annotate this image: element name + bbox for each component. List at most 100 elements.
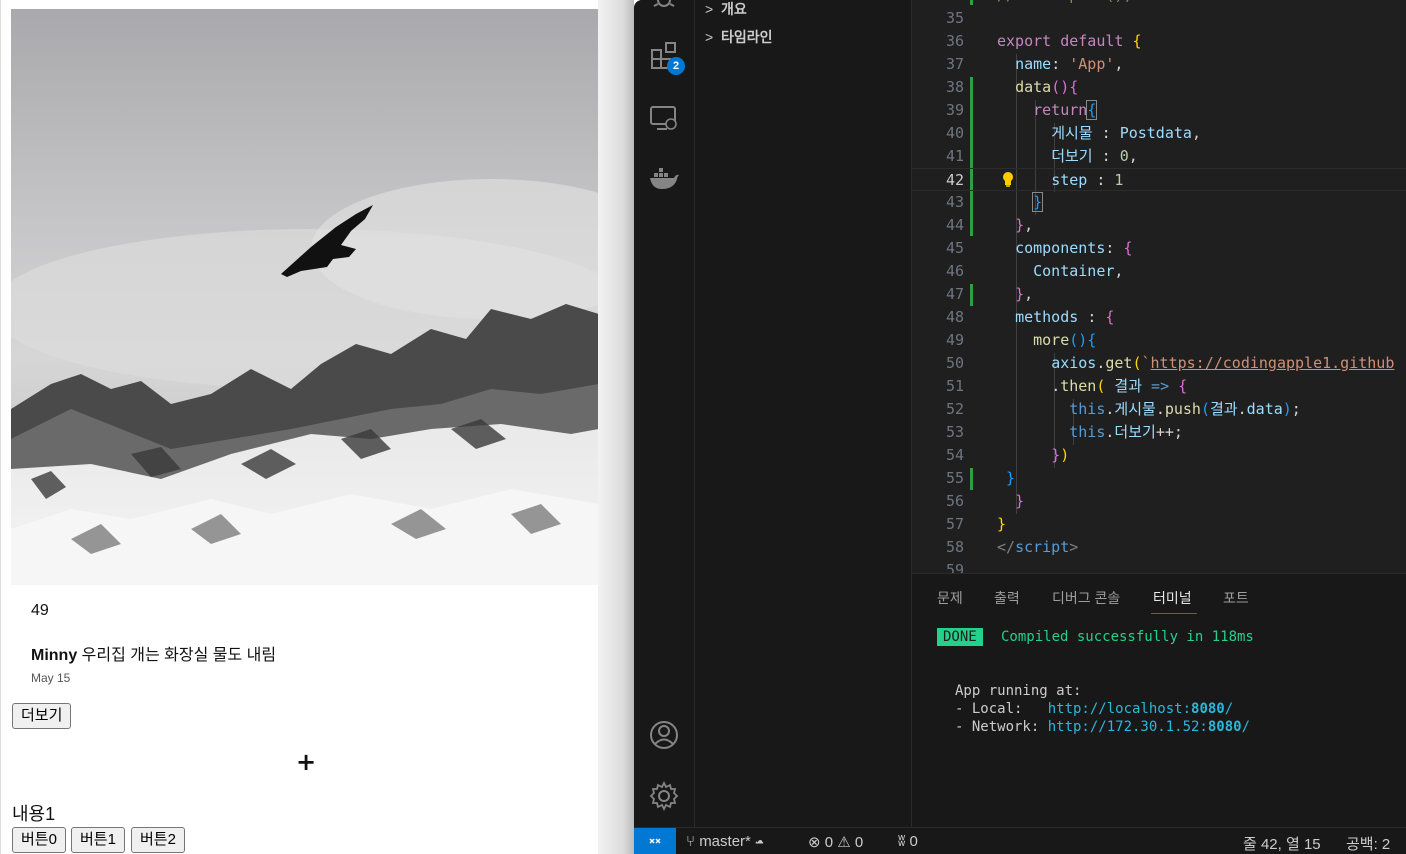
cursor-position[interactable]: 줄 42, 열 15 xyxy=(1243,833,1321,854)
panel-tab-terminal[interactable]: 터미널 xyxy=(1153,588,1192,608)
code-text: this.게시물.push(결과.data); xyxy=(1069,400,1301,418)
code-line: 51 .then( 결과 => { xyxy=(912,375,1406,398)
like-count: 49 xyxy=(31,602,49,619)
post-date: May 15 xyxy=(31,671,71,685)
line-number: 49 xyxy=(945,331,964,349)
code-line: 43 } xyxy=(912,191,1406,214)
code-text: }, xyxy=(1015,285,1034,303)
remote-explorer-icon[interactable] xyxy=(648,102,680,134)
branch-status[interactable]: ⑂ master* ☁ xyxy=(686,833,764,850)
line-number: 35 xyxy=(945,9,964,27)
terminal-compiled-message: Compiled successfully in 118ms xyxy=(1001,629,1254,645)
code-line: 36 export default { xyxy=(912,30,1406,53)
ports-count: 0 xyxy=(909,833,918,850)
remote-button[interactable] xyxy=(634,828,676,854)
tab-button-2[interactable]: 버튼2 xyxy=(131,827,185,853)
gear-icon[interactable] xyxy=(648,780,680,812)
code-line: 34 // unsetpost(); xyxy=(912,0,1406,7)
git-branch-icon: ⑂ xyxy=(686,833,696,850)
line-number: 41 xyxy=(945,147,964,165)
docker-icon[interactable] xyxy=(648,163,680,195)
more-button[interactable]: 더보기 xyxy=(12,703,72,729)
terminal-running-message: App running at: xyxy=(955,683,1082,699)
sidebar-section-label: 타임라인 xyxy=(721,29,773,45)
line-number: 38 xyxy=(945,78,964,96)
warning-count: 0 xyxy=(854,834,864,851)
line-number: 44 xyxy=(945,216,964,234)
panel-tab-output[interactable]: 출력 xyxy=(994,588,1020,608)
panel-tab-problems[interactable]: 문제 xyxy=(937,588,963,608)
remote-icon xyxy=(649,838,661,844)
code-text: methods : { xyxy=(1015,308,1115,326)
line-number: 43 xyxy=(945,193,964,211)
debug-icon[interactable] xyxy=(648,0,680,16)
activity-bar: 2 xyxy=(634,0,695,827)
code-text: } xyxy=(997,515,1007,533)
code-text: Container, xyxy=(1033,262,1124,280)
code-text: step : 1 xyxy=(1051,171,1124,189)
local-port[interactable]: 8080 xyxy=(1191,701,1225,717)
network-url-link[interactable]: http://172.30.1.52: xyxy=(1048,719,1208,735)
panel-tab-ports[interactable]: 포트 xyxy=(1223,588,1249,608)
plus-icon[interactable]: + xyxy=(296,748,316,776)
code-line: 39 return{ xyxy=(912,99,1406,122)
line-number: 53 xyxy=(945,423,964,441)
line-number: 59 xyxy=(945,561,964,573)
code-line: 56 } xyxy=(912,490,1406,513)
line-number: 55 xyxy=(945,469,964,487)
code-text: // unsetpost(); xyxy=(997,0,1132,7)
code-line: 54 }) xyxy=(912,444,1406,467)
code-text: this.더보기++; xyxy=(1069,423,1183,441)
line-number: 37 xyxy=(945,55,964,73)
code-line: 41 더보기 : 0, xyxy=(912,145,1406,168)
warning-icon: ⚠ xyxy=(837,834,851,851)
browser-viewport: 49 Minny 우리집 개는 화장실 물도 내림 May 15 더보기 + 내… xyxy=(0,0,598,854)
error-count: 0 xyxy=(824,834,834,851)
indentation-status[interactable]: 공백: 2 xyxy=(1346,833,1390,854)
chevron-right-icon: > xyxy=(705,1,714,17)
code-line: 50 axios.get(`https://codingapple1.githu… xyxy=(912,352,1406,375)
code-line: 58 </script> xyxy=(912,536,1406,559)
line-number: 56 xyxy=(945,492,964,510)
account-icon[interactable] xyxy=(648,719,680,751)
line-number: 46 xyxy=(945,262,964,280)
code-line-active: 42 step : 1 xyxy=(912,168,1406,191)
sidebar-section-timeline[interactable]: > 타임라인 xyxy=(705,27,773,47)
line-number: 52 xyxy=(945,400,964,418)
code-line: 44 }, xyxy=(912,214,1406,237)
post-author: Minny xyxy=(31,647,78,664)
code-line: 53 this.더보기++; xyxy=(912,421,1406,444)
code-line: 45 components: { xyxy=(912,237,1406,260)
tab-button-1[interactable]: 버튼1 xyxy=(71,827,125,853)
code-editor[interactable]: 34// unsetpost(); 35 36export default { … xyxy=(912,0,1406,573)
active-tab-indicator xyxy=(1151,613,1197,614)
line-number: 45 xyxy=(945,239,964,257)
status-bar: ⑂ master* ☁ ⊗ 0 ⚠ 0 ʬ 0 줄 42, 열 15 공백: 2 xyxy=(634,827,1406,854)
line-number: 42 xyxy=(945,171,964,189)
code-text: } xyxy=(1015,492,1025,510)
panel-tab-debug-console[interactable]: 디버그 콘솔 xyxy=(1052,588,1120,608)
code-text: } xyxy=(1006,469,1016,487)
code-text: data(){ xyxy=(1015,78,1079,96)
local-url-slash[interactable]: / xyxy=(1225,701,1233,717)
broadcast-icon: ʬ xyxy=(898,833,906,850)
code-text: .then( 결과 => { xyxy=(1051,377,1188,395)
sidebar-section-outline[interactable]: > 개요 xyxy=(705,0,747,19)
network-url-slash[interactable]: / xyxy=(1242,719,1250,735)
terminal-network-line: - Network: http://172.30.1.52:8080/ xyxy=(955,718,1250,736)
code-text: more(){ xyxy=(1033,331,1097,349)
code-text: </script> xyxy=(997,538,1079,556)
line-number: 48 xyxy=(945,308,964,326)
extensions-badge: 2 xyxy=(667,57,685,75)
network-port[interactable]: 8080 xyxy=(1208,719,1242,735)
ports-status[interactable]: ʬ 0 xyxy=(898,833,918,850)
line-number: 40 xyxy=(945,124,964,142)
code-text: 더보기 : 0, xyxy=(1051,147,1138,165)
code-text: 게시물 : Postdata, xyxy=(1051,124,1201,142)
local-url-link[interactable]: http://localhost: xyxy=(1048,701,1191,717)
code-text: }, xyxy=(1015,216,1034,234)
code-text: }) xyxy=(1051,446,1070,464)
tab-button-0[interactable]: 버튼0 xyxy=(12,827,66,853)
problems-status[interactable]: ⊗ 0 ⚠ 0 xyxy=(808,833,863,851)
sidebar: > 개요 > 타임라인 xyxy=(695,0,912,827)
